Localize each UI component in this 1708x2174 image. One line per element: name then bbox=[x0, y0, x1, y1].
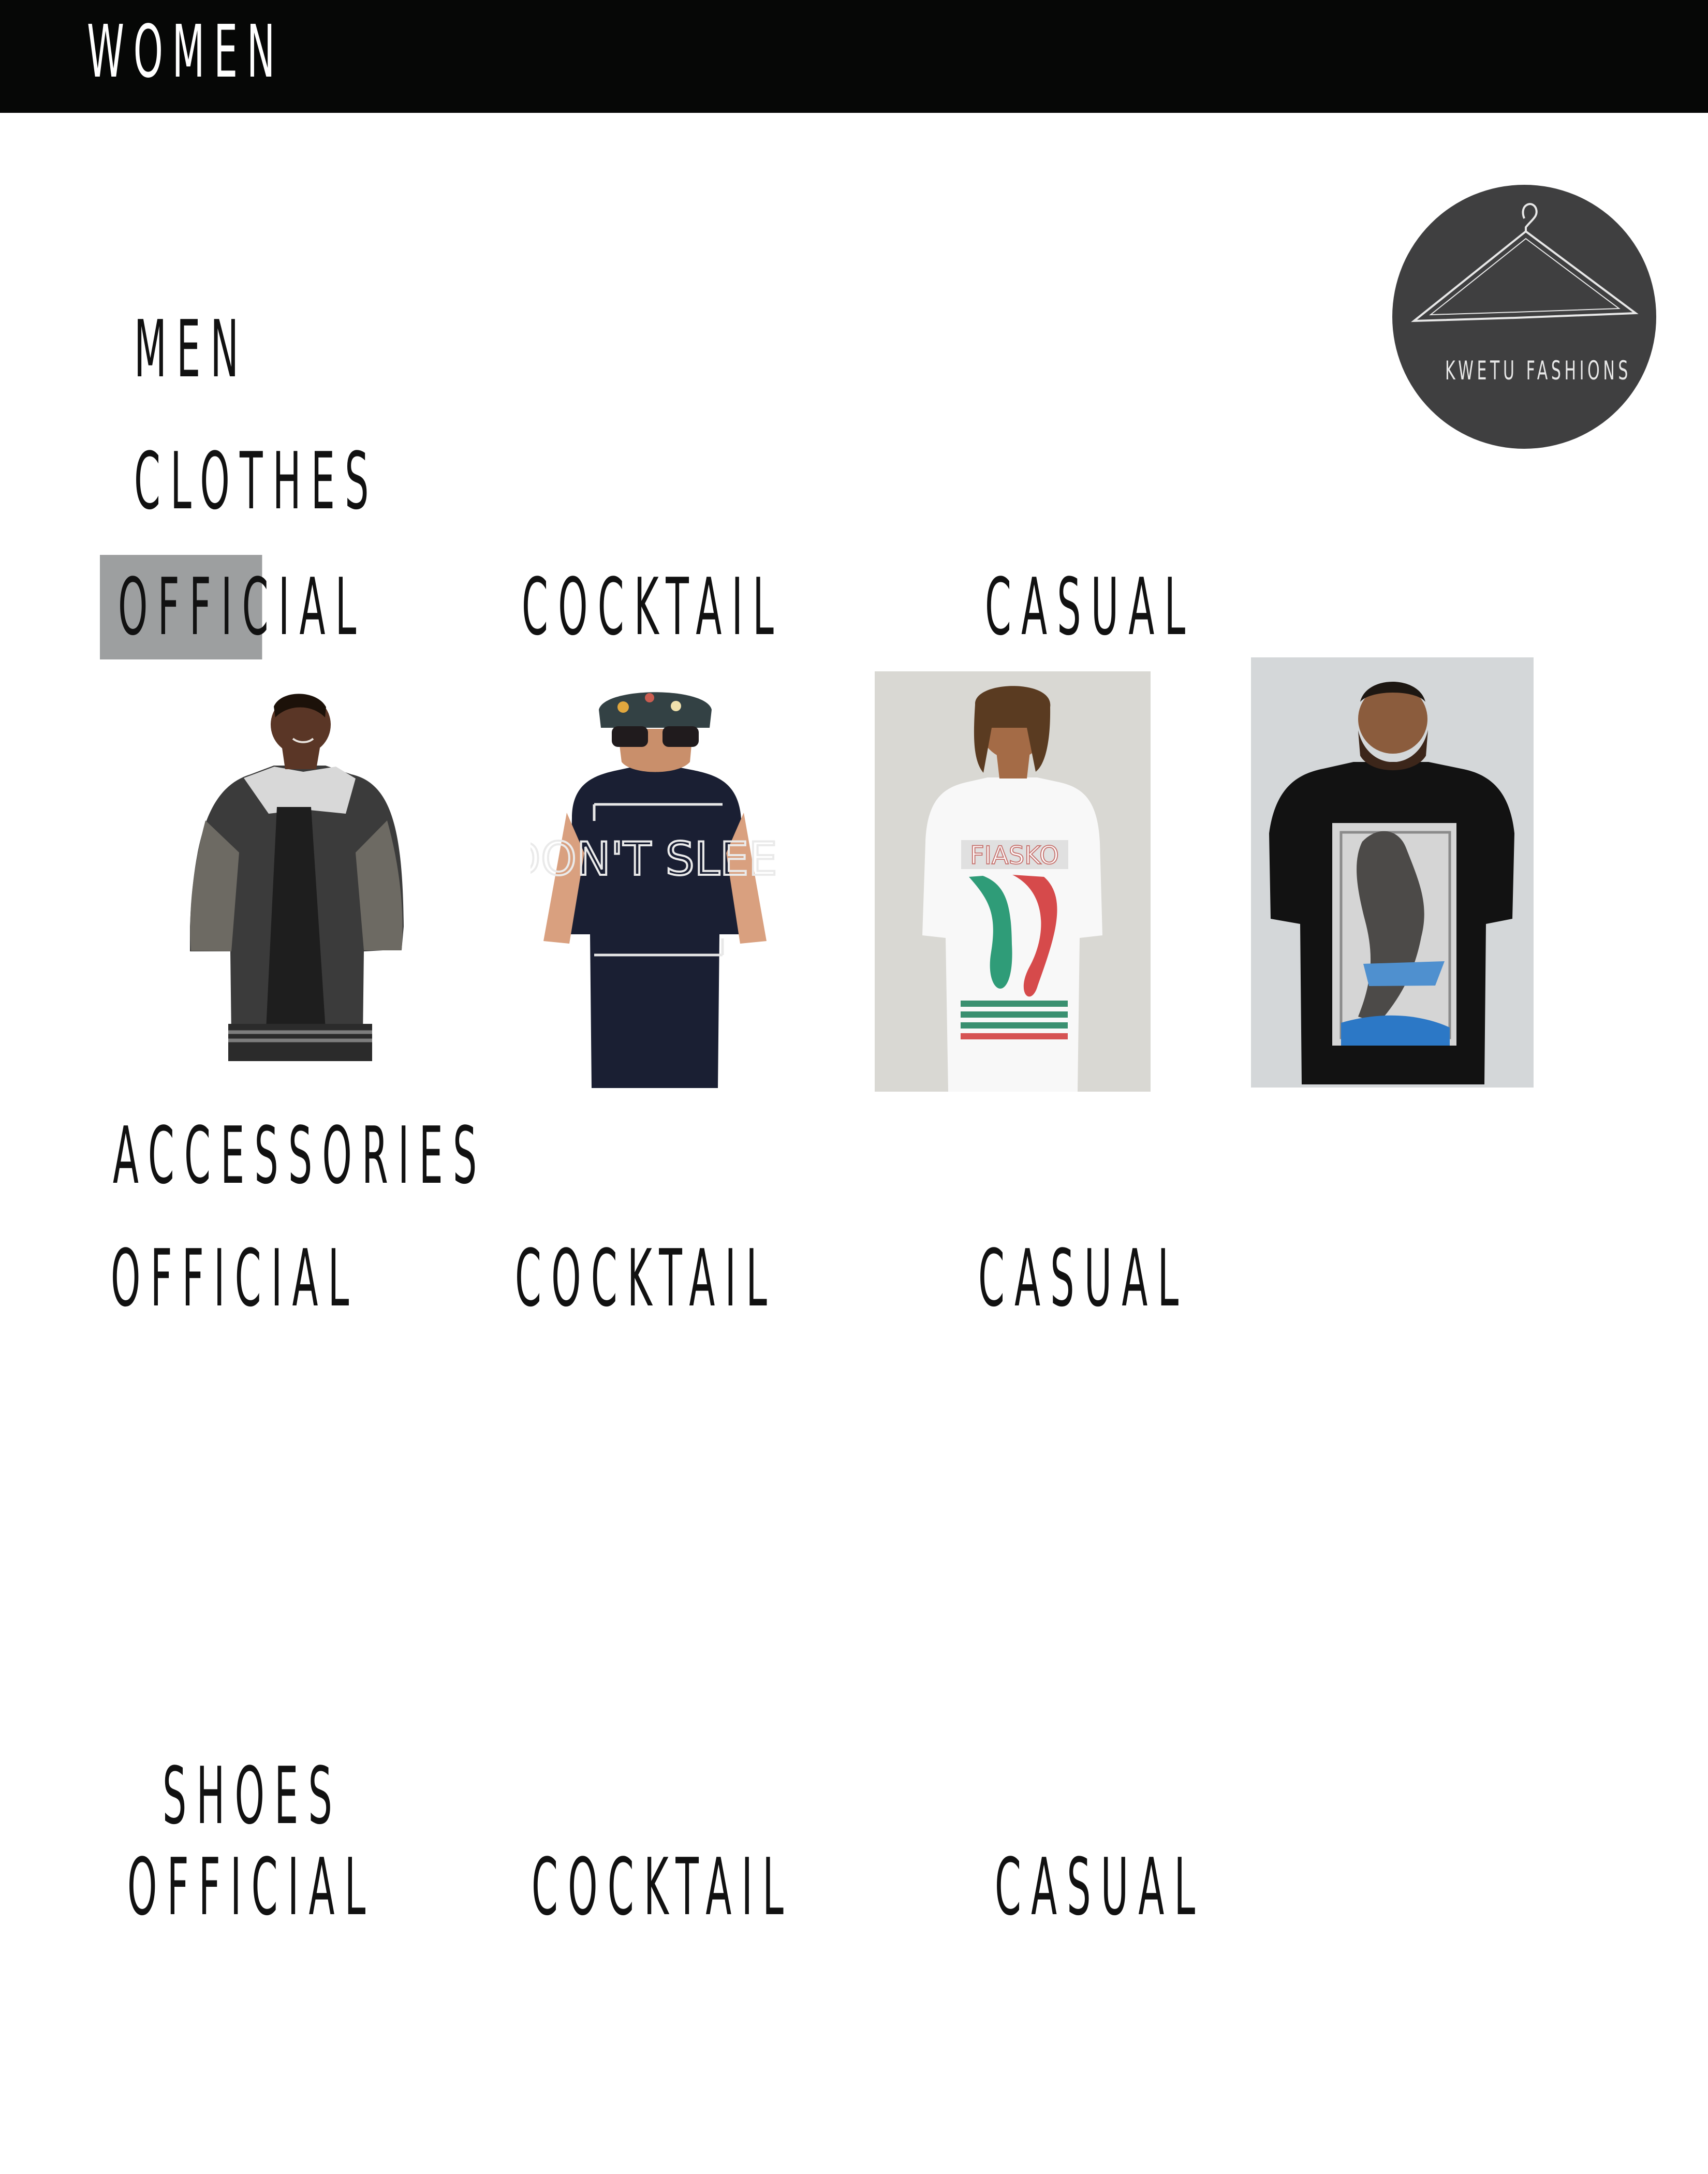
hanger-icon bbox=[1411, 203, 1639, 322]
accessories-cocktail-filter[interactable]: COCKTAIL bbox=[515, 1237, 777, 1320]
accessories-section-label[interactable]: ACCESSORIES bbox=[113, 1114, 487, 1197]
tee-graphic-text: FIASKO bbox=[970, 841, 1059, 870]
product-graphic-photo-tee[interactable] bbox=[1251, 657, 1534, 1088]
product-dont-sleep-tee[interactable]: DON'T SLEEP bbox=[531, 668, 780, 1088]
women-tab[interactable]: WOMEN bbox=[87, 13, 284, 91]
men-nav-link[interactable]: MEN bbox=[134, 308, 248, 391]
logo-text: KWETU FASHIONS bbox=[1445, 356, 1632, 386]
product-fiasko-tee[interactable]: FIASKO bbox=[875, 671, 1151, 1092]
shoes-casual-filter[interactable]: CASUAL bbox=[995, 1846, 1205, 1929]
clothes-section-label[interactable]: CLOTHES bbox=[134, 440, 379, 523]
clothes-official-filter[interactable]: OFFICIAL bbox=[118, 566, 366, 649]
kwetu-fashions-logo: KWETU FASHIONS bbox=[1392, 185, 1656, 449]
shoes-section-label[interactable]: SHOES bbox=[163, 1755, 342, 1838]
shoes-official-filter[interactable]: OFFICIAL bbox=[127, 1846, 375, 1929]
header-bar: WOMEN bbox=[0, 0, 1708, 113]
tee-graphic-text: DON'T SLEEP bbox=[531, 832, 780, 886]
clothes-casual-filter[interactable]: CASUAL bbox=[985, 566, 1195, 649]
accessories-casual-filter[interactable]: CASUAL bbox=[978, 1237, 1188, 1320]
accessories-official-filter[interactable]: OFFICIAL bbox=[111, 1237, 359, 1320]
clothes-cocktail-filter[interactable]: COCKTAIL bbox=[522, 566, 784, 649]
product-varsity-jacket[interactable] bbox=[158, 668, 435, 1088]
shoes-cocktail-filter[interactable]: COCKTAIL bbox=[532, 1846, 793, 1929]
